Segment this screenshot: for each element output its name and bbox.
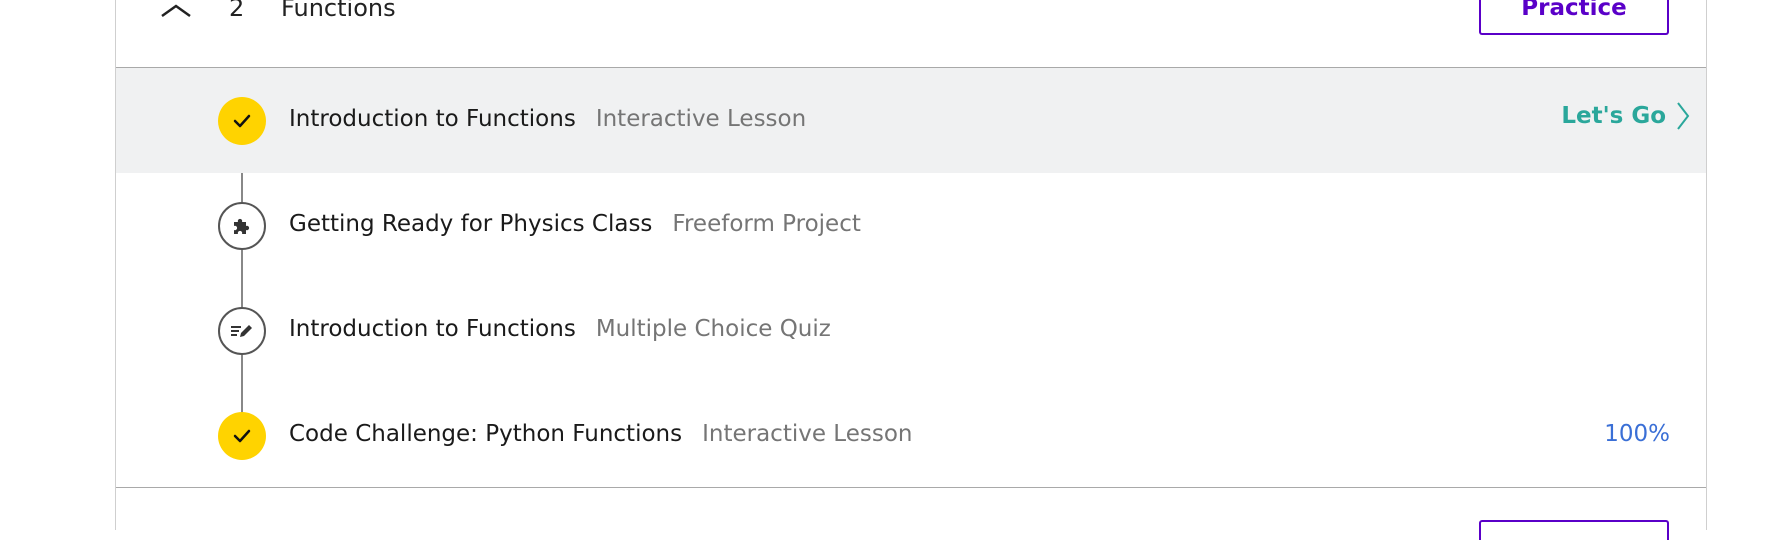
quiz-pencil-icon [231,325,252,337]
lesson-row[interactable]: Code Challenge: Python Functions Interact… [116,383,1706,488]
check-icon [233,429,251,443]
check-icon [233,114,251,128]
lesson-type: Interactive Lesson [702,421,913,447]
lesson-type: Freeform Project [672,211,861,237]
section-title: Functions [281,0,396,22]
chevron-right-icon [1677,102,1690,130]
lesson-type: Multiple Choice Quiz [595,316,831,342]
puzzle-icon [234,218,250,234]
completed-node [218,412,266,460]
section-number: 2 [229,0,245,22]
next-practice-button[interactable] [1479,520,1669,540]
section-header[interactable]: 2 Functions Practice [116,0,1706,68]
section-divider [116,487,1706,488]
practice-button[interactable]: Practice [1479,0,1669,35]
completed-node [218,97,266,145]
lesson-title: Getting Ready for Physics Class [289,211,653,237]
lesson-title: Introduction to Functions [289,106,576,132]
lets-go-label: Let's Go [1561,103,1666,129]
lesson-type: Interactive Lesson [595,106,807,132]
lesson-row[interactable]: Getting Ready for Physics Class Freeform … [116,173,1706,278]
chevron-up-icon[interactable] [158,0,194,20]
lesson-title: Code Challenge: Python Functions [289,421,683,447]
lets-go-link[interactable]: Let's Go [1561,101,1690,131]
lesson-row[interactable]: Introduction to Functions Interactive Les… [116,68,1706,173]
incomplete-node [218,307,266,355]
lesson-title: Introduction to Functions [289,316,576,342]
progress-percent: 100% [1604,421,1670,447]
syllabus-panel: 2 Functions Practice Introduction to Fun… [115,0,1707,540]
incomplete-node [218,202,266,250]
lesson-row[interactable]: Introduction to Functions Multiple Choice… [116,278,1706,383]
